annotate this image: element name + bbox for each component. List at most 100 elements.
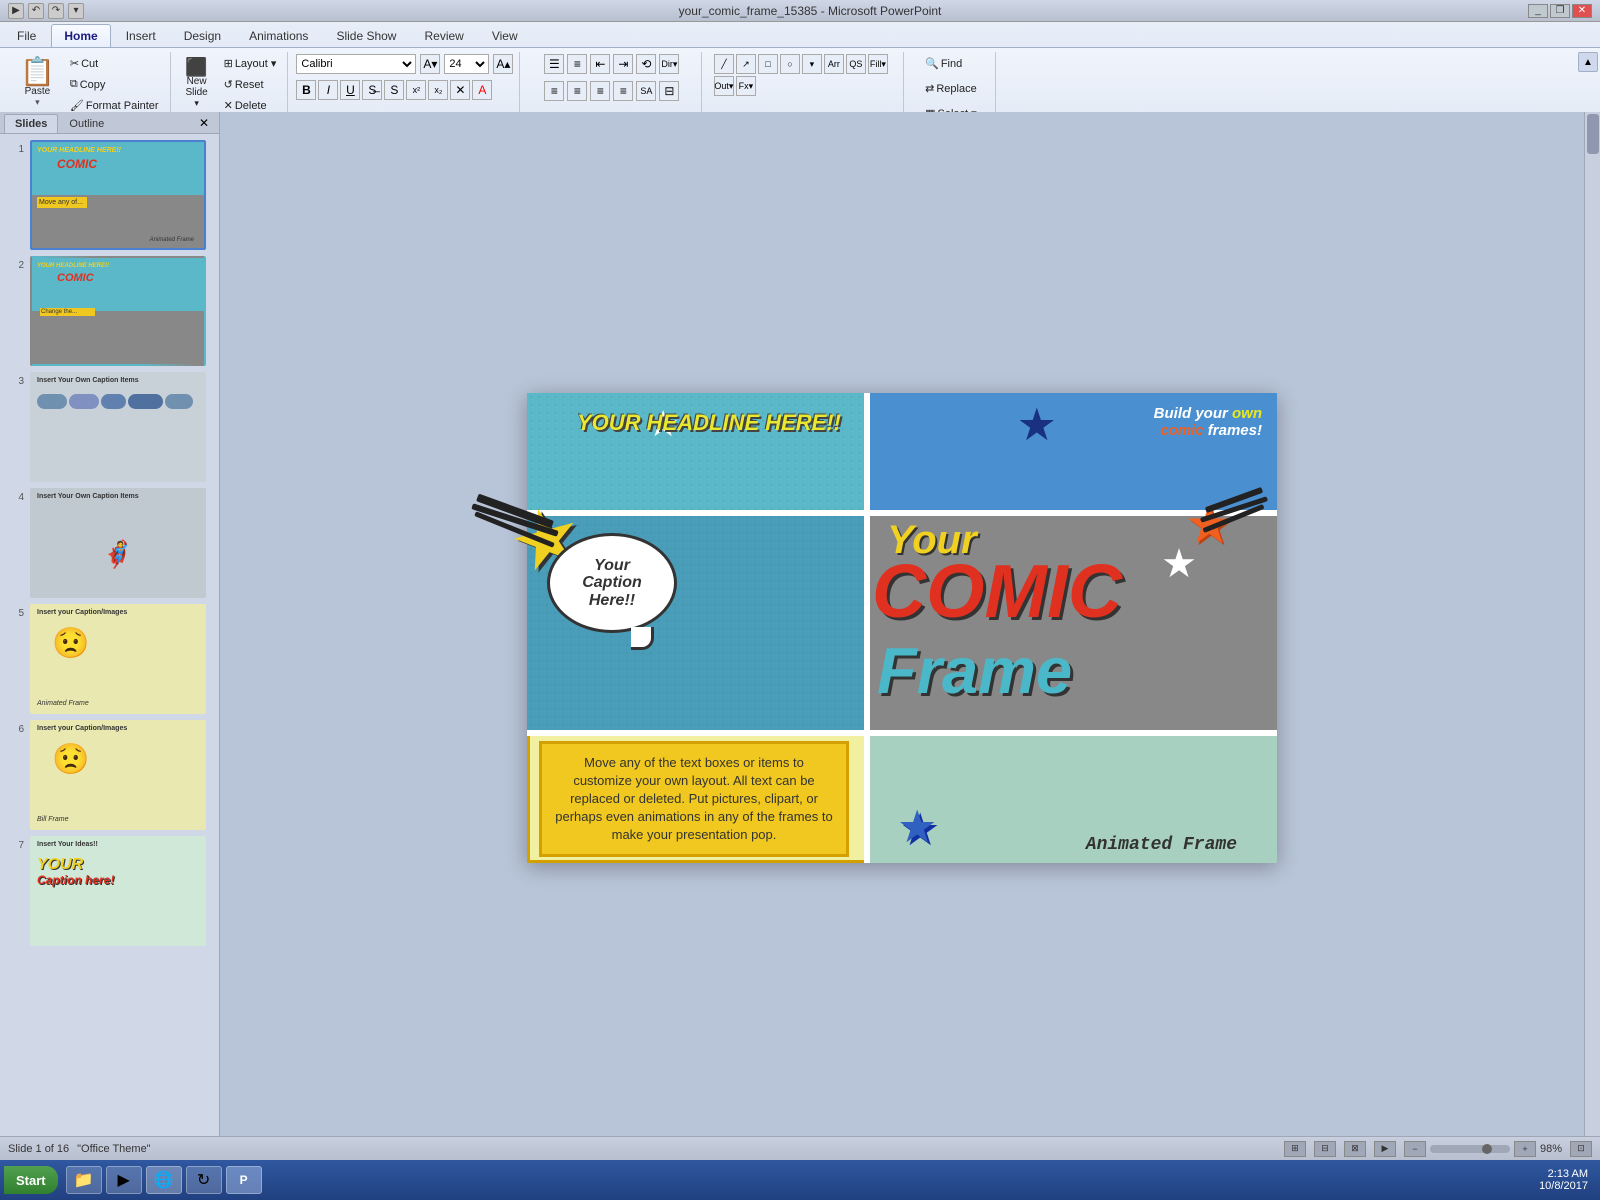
tab-home[interactable]: Home (51, 24, 110, 47)
new-slide-arrow[interactable]: ▾ (194, 98, 199, 109)
titlebar-quick-access[interactable]: ▶ ↶ ↷ ▾ (8, 3, 84, 19)
reset-button[interactable]: ↺ Reset (219, 75, 282, 94)
shape-outline-button[interactable]: Out▾ (714, 76, 734, 96)
yellow-info-box[interactable]: Move any of the text boxes or items to c… (539, 741, 849, 857)
slide-preview-7[interactable]: Insert Your Ideas!! YOUR Caption here! (30, 836, 206, 946)
layout-button[interactable]: ⊞ Layout ▾ (219, 54, 282, 73)
tab-file[interactable]: File (4, 24, 49, 47)
shape-more[interactable]: ▾ (802, 54, 822, 74)
slide-preview-6[interactable]: Insert your Caption/Images 😟 Bill Frame (30, 720, 206, 830)
decrease-indent-button[interactable]: ⇤ (590, 54, 610, 74)
justify-button[interactable]: ≡ (613, 81, 633, 101)
zoom-slider[interactable] (1430, 1145, 1510, 1153)
slide-preview-2[interactable]: YOUR HEADLINE HERE!! COMIC Change the... (30, 256, 206, 366)
scrollbar-thumb-vertical[interactable] (1587, 114, 1599, 154)
outline-tab[interactable]: Outline (58, 114, 115, 133)
shape-fill-button[interactable]: Fill▾ (868, 54, 888, 74)
shape-circle[interactable]: ○ (780, 54, 800, 74)
slides-panel-close[interactable]: ✕ (193, 114, 215, 133)
slideshow-button[interactable]: ▶ (1374, 1141, 1396, 1157)
increase-indent-button[interactable]: ⇥ (613, 54, 633, 74)
headline-container[interactable]: YOUR HEADLINE HERE!! (577, 411, 841, 435)
quick-styles-button[interactable]: QS (846, 54, 866, 74)
slide-thumb-2[interactable]: 2 YOUR HEADLINE HERE!! COMIC Change the.… (8, 256, 211, 366)
slide-sorter-button[interactable]: ⊟ (1314, 1141, 1336, 1157)
convert-smartart-button[interactable]: SA (636, 81, 656, 101)
start-button[interactable]: Start (4, 1166, 58, 1194)
ribbon-tabs[interactable]: File Home Insert Design Animations Slide… (0, 22, 1600, 47)
bold-button[interactable]: B (296, 80, 316, 100)
subscript-button[interactable]: x₂ (428, 80, 448, 100)
window-controls[interactable]: _ ❐ ✕ (1528, 4, 1592, 18)
italic-button[interactable]: I (318, 80, 338, 100)
font-color-button[interactable]: A (472, 80, 492, 100)
arrange-button[interactable]: Arr (824, 54, 844, 74)
superscript-button[interactable]: x² (406, 80, 426, 100)
find-button[interactable]: 🔍 Find (920, 54, 967, 73)
strikethrough-button[interactable]: S̶ (362, 80, 382, 100)
comic-text[interactable]: COMIC (872, 548, 1122, 634)
align-center-button[interactable]: ≡ (567, 81, 587, 101)
underline-button[interactable]: U (340, 80, 360, 100)
tab-insert[interactable]: Insert (113, 24, 169, 47)
shadow-button[interactable]: S (384, 80, 404, 100)
tab-design[interactable]: Design (171, 24, 234, 47)
redo-button[interactable]: ↷ (48, 3, 64, 19)
font-size-increase[interactable]: A▴ (493, 54, 513, 74)
restore-button[interactable]: ❐ (1550, 4, 1570, 18)
fit-window-button[interactable]: ⊡ (1570, 1141, 1592, 1157)
speech-bubble[interactable]: YourCaptionHere!! (547, 533, 677, 633)
slides-tab[interactable]: Slides (4, 114, 58, 133)
tab-slideshow[interactable]: Slide Show (323, 24, 409, 47)
normal-view-button[interactable]: ⊞ (1284, 1141, 1306, 1157)
slide-preview-5[interactable]: Insert your Caption/Images 😟 Animated Fr… (30, 604, 206, 714)
replace-button[interactable]: ⇄ Replace (920, 79, 982, 98)
zoom-in-button[interactable]: + (1514, 1141, 1536, 1157)
slide-preview-3[interactable]: Insert Your Own Caption Items (30, 372, 206, 482)
minimize-button[interactable]: _ (1528, 4, 1548, 18)
ribbon-collapse-button[interactable]: ▲ (1578, 52, 1598, 72)
tab-animations[interactable]: Animations (236, 24, 321, 47)
new-slide-button[interactable]: ⬛ NewSlide ▾ (179, 54, 215, 113)
paste-button[interactable]: 📋 Paste ▾ (14, 54, 61, 112)
slide-thumb-5[interactable]: 5 Insert your Caption/Images 😟 Animated … (8, 604, 211, 714)
close-button[interactable]: ✕ (1572, 4, 1592, 18)
clear-format-button[interactable]: ✕ (450, 80, 470, 100)
font-size-select[interactable]: 24 (444, 54, 489, 74)
font-size-decrease[interactable]: A▾ (420, 54, 440, 74)
taskbar-media[interactable]: ▶ (106, 1166, 142, 1194)
taskbar-ppt[interactable]: P (226, 1166, 262, 1194)
frame-text[interactable]: Frame (877, 633, 1072, 708)
tab-view[interactable]: View (479, 24, 531, 47)
customize-button[interactable]: ▾ (68, 3, 84, 19)
align-left-button[interactable]: ≡ (544, 81, 564, 101)
reading-view-button[interactable]: ⊠ (1344, 1141, 1366, 1157)
text-direction-dropdown[interactable]: Dir▾ (659, 54, 679, 74)
slide-thumb-4[interactable]: 4 Insert Your Own Caption Items 🦸 (8, 488, 211, 598)
slide-preview-1[interactable]: YOUR HEADLINE HERE!! COMIC Move any of..… (30, 140, 206, 250)
shape-effects-button[interactable]: Fx▾ (736, 76, 756, 96)
tab-review[interactable]: Review (411, 24, 476, 47)
scrollbar-vertical[interactable] (1584, 112, 1600, 1160)
slide-thumb-6[interactable]: 6 Insert your Caption/Images 😟 Bill Fram… (8, 720, 211, 830)
tr-text-container[interactable]: Build your own comic frames! (1154, 405, 1262, 439)
taskbar-chrome[interactable]: 🌐 (146, 1166, 182, 1194)
bullet-list-button[interactable]: ☰ (544, 54, 564, 74)
cut-button[interactable]: ✂ Cut (65, 54, 164, 73)
taskbar-refresh[interactable]: ↻ (186, 1166, 222, 1194)
shape-rect[interactable]: □ (758, 54, 778, 74)
undo-button[interactable]: ↶ (28, 3, 44, 19)
columns-button[interactable]: ⊟ (659, 81, 679, 101)
text-direction-button[interactable]: ⟲ (636, 54, 656, 74)
paste-arrow[interactable]: ▾ (35, 97, 40, 108)
font-name-select[interactable]: Calibri (296, 54, 416, 74)
animated-frame-label[interactable]: Animated Frame (1086, 835, 1237, 855)
slide-thumb-7[interactable]: 7 Insert Your Ideas!! YOUR Caption here! (8, 836, 211, 946)
shape-line[interactable]: ╱ (714, 54, 734, 74)
zoom-thumb[interactable] (1482, 1144, 1492, 1154)
shape-arrow[interactable]: ↗ (736, 54, 756, 74)
slide-thumb-1[interactable]: 1 YOUR HEADLINE HERE!! COMIC Move any of… (8, 140, 211, 250)
slide-thumb-3[interactable]: 3 Insert Your Own Caption Items (8, 372, 211, 482)
numbered-list-button[interactable]: ≡ (567, 54, 587, 74)
zoom-out-button[interactable]: − (1404, 1141, 1426, 1157)
